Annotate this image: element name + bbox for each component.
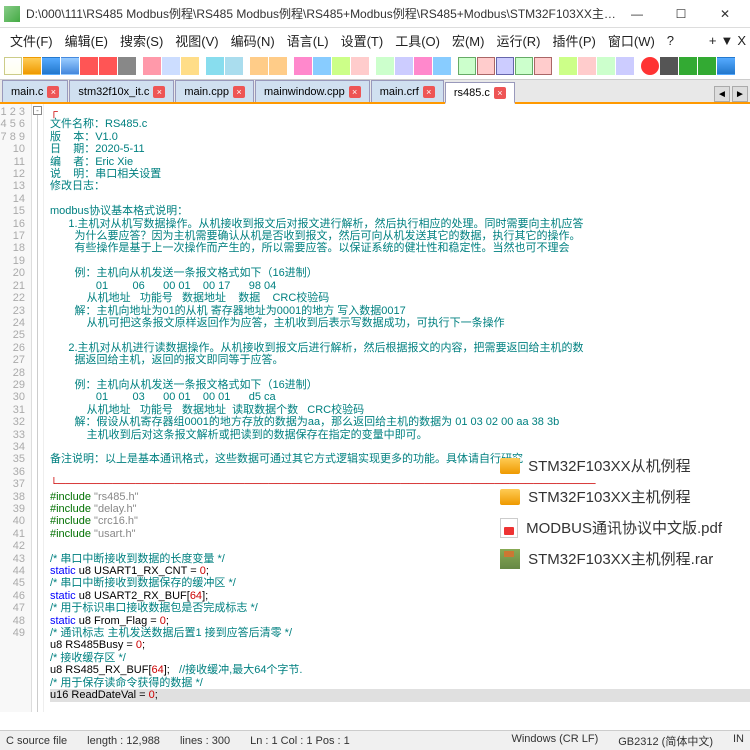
save-icon[interactable]	[42, 57, 60, 75]
menu-help[interactable]: ?	[661, 31, 680, 50]
tab-close-icon[interactable]: ×	[423, 86, 435, 98]
tab-close-icon[interactable]: ×	[233, 86, 245, 98]
tab-rs485[interactable]: rs485.c×	[445, 82, 515, 104]
menu-language[interactable]: 语言(L)	[281, 29, 335, 52]
tab-next-button[interactable]: ►	[732, 86, 748, 102]
copy-icon[interactable]	[162, 57, 180, 75]
tool4-icon[interactable]	[351, 57, 369, 75]
menu-run[interactable]: 运行(R)	[490, 29, 546, 52]
menu-file[interactable]: 文件(F)	[4, 29, 59, 52]
tab-stm32[interactable]: stm32f10x_it.c×	[69, 80, 174, 102]
menu-view[interactable]: 视图(V)	[169, 29, 224, 52]
folder-icon	[500, 458, 520, 474]
fold-toggle-icon[interactable]: -	[33, 106, 42, 115]
file-item-rar[interactable]: STM32F103XX主机例程.rar	[500, 548, 722, 569]
menu-window[interactable]: 窗口(W)	[602, 29, 661, 52]
play2-icon[interactable]	[698, 57, 716, 75]
menu-macro[interactable]: 宏(M)	[446, 29, 491, 52]
record-icon[interactable]	[641, 57, 659, 75]
file-item-pdf[interactable]: MODBUS通讯协议中文版.pdf	[500, 517, 722, 538]
replace-icon[interactable]	[269, 57, 287, 75]
tool13-icon[interactable]	[534, 57, 552, 75]
tab-main-crf[interactable]: main.crf×	[371, 80, 444, 102]
status-lines: lines : 300	[180, 735, 230, 747]
play-icon[interactable]	[679, 57, 697, 75]
titlebar: D:\000\111\RS485 Modbus例程\RS485 Modbus例程…	[0, 0, 750, 28]
menubar: 文件(F) 编辑(E) 搜索(S) 视图(V) 编码(N) 语言(L) 设置(T…	[0, 28, 750, 52]
menu-encoding[interactable]: 编码(N)	[225, 29, 281, 52]
menu-plugins[interactable]: 插件(P)	[547, 29, 602, 52]
tab-close-icon[interactable]: ×	[47, 86, 59, 98]
pdf-icon	[500, 518, 518, 538]
stop-icon[interactable]	[660, 57, 678, 75]
tab-close-icon[interactable]: ×	[494, 87, 506, 99]
tool16-icon[interactable]	[597, 57, 615, 75]
line-gutter: 1 2 3 4 5 6 7 8 9 10 11 12 13 14 15 16 1…	[0, 104, 32, 712]
cut-icon[interactable]	[143, 57, 161, 75]
tool1-icon[interactable]	[294, 57, 312, 75]
status-encoding: GB2312 (简体中文)	[618, 733, 713, 749]
tool12-icon[interactable]	[515, 57, 533, 75]
tool10-icon[interactable]	[477, 57, 495, 75]
file-item-slave[interactable]: STM32F103XX从机例程	[500, 455, 722, 476]
tool5-icon[interactable]	[376, 57, 394, 75]
status-length: length : 12,988	[87, 735, 160, 747]
close-button[interactable]: ✕	[704, 2, 746, 26]
new-icon[interactable]	[4, 57, 22, 75]
toolbar	[0, 52, 750, 80]
redo-icon[interactable]	[225, 57, 243, 75]
print-icon[interactable]	[118, 57, 136, 75]
paste-icon[interactable]	[181, 57, 199, 75]
tool14-icon[interactable]	[559, 57, 577, 75]
status-eol: Windows (CR LF)	[511, 733, 598, 749]
statusbar: C source file length : 12,988 lines : 30…	[0, 730, 750, 750]
code-editor[interactable]: 1 2 3 4 5 6 7 8 9 10 11 12 13 14 15 16 1…	[0, 104, 750, 712]
tool15-icon[interactable]	[578, 57, 596, 75]
app-icon	[4, 6, 20, 22]
tab-mainwindow[interactable]: mainwindow.cpp×	[255, 80, 370, 102]
undo-icon[interactable]	[206, 57, 224, 75]
tool9-icon[interactable]	[458, 57, 476, 75]
tab-close-icon[interactable]: ×	[349, 86, 361, 98]
open-icon[interactable]	[23, 57, 41, 75]
status-filetype: C source file	[6, 735, 67, 747]
menu-tools[interactable]: 工具(O)	[389, 29, 446, 52]
tool7-icon[interactable]	[414, 57, 432, 75]
find-icon[interactable]	[250, 57, 268, 75]
menu-x[interactable]: X	[737, 33, 746, 48]
tool8-icon[interactable]	[433, 57, 451, 75]
rar-icon	[500, 549, 520, 569]
status-position: Ln : 1 Col : 1 Pos : 1	[250, 735, 350, 747]
menu-edit[interactable]: 编辑(E)	[59, 29, 114, 52]
fold-column[interactable]: -	[32, 104, 44, 712]
savemacro-icon[interactable]	[717, 57, 735, 75]
tool3-icon[interactable]	[332, 57, 350, 75]
menu-plus[interactable]: +	[709, 33, 717, 48]
tool6-icon[interactable]	[395, 57, 413, 75]
file-overlay: STM32F103XX从机例程 STM32F103XX主机例程 MODBUS通讯…	[500, 455, 722, 569]
minimize-button[interactable]: —	[616, 2, 658, 26]
tool2-icon[interactable]	[313, 57, 331, 75]
menu-search[interactable]: 搜索(S)	[114, 29, 169, 52]
folder-icon	[500, 489, 520, 505]
code-content[interactable]: ┌ 文件名称：RS485.c 版 本：V1.0 日 期：2020-5-11 编 …	[44, 104, 750, 712]
maximize-button[interactable]: ☐	[660, 2, 702, 26]
tab-prev-button[interactable]: ◄	[714, 86, 730, 102]
status-insert: IN	[733, 733, 744, 749]
tab-main-c[interactable]: main.c×	[2, 80, 68, 102]
closeall-icon[interactable]	[99, 57, 117, 75]
tool17-icon[interactable]	[616, 57, 634, 75]
window-title: D:\000\111\RS485 Modbus例程\RS485 Modbus例程…	[26, 5, 616, 22]
tab-main-cpp[interactable]: main.cpp×	[175, 80, 254, 102]
tool11-icon[interactable]	[496, 57, 514, 75]
file-item-master[interactable]: STM32F103XX主机例程	[500, 486, 722, 507]
tab-bar: main.c× stm32f10x_it.c× main.cpp× mainwi…	[0, 80, 750, 104]
menu-settings[interactable]: 设置(T)	[335, 29, 390, 52]
saveall-icon[interactable]	[61, 57, 79, 75]
close-icon[interactable]	[80, 57, 98, 75]
tab-close-icon[interactable]: ×	[153, 86, 165, 98]
menu-dropdown[interactable]: ▼	[720, 33, 733, 48]
